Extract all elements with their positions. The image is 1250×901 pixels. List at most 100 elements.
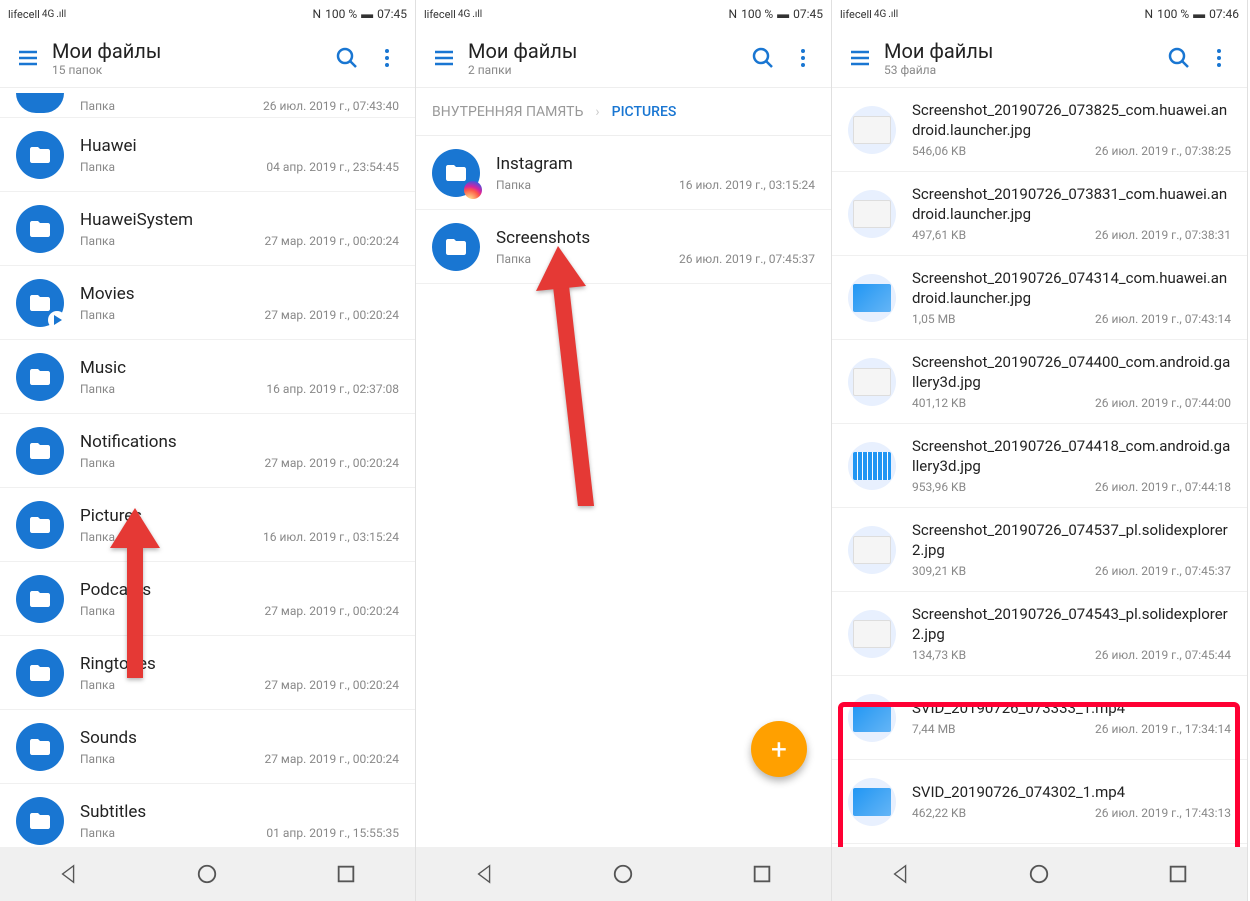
item-type: Папка [80, 456, 115, 470]
list-item[interactable]: Screenshot_20190726_073825_com.huawei.an… [832, 88, 1247, 172]
breadcrumb-parent[interactable]: ВНУТРЕННЯЯ ПАМЯТЬ [432, 104, 583, 120]
item-name: Sounds [80, 728, 399, 748]
item-name: Huawei [80, 136, 399, 156]
home-button[interactable] [593, 854, 653, 894]
phone-3: lifecell4G.ıll N100 %▬07:46 Мои файлы 53… [832, 0, 1248, 901]
list-item[interactable]: Pictures Папка 16 июл. 2019 г., 03:15:24 [0, 488, 415, 562]
folder-icon [16, 501, 64, 549]
item-date: 26 июл. 2019 г., 07:45:37 [679, 252, 815, 266]
play-badge-icon [48, 311, 66, 329]
item-date: 26 июл. 2019 г., 07:44:18 [1095, 480, 1231, 494]
list-item[interactable]: Huawei Папка 04 апр. 2019 г., 23:54:45 [0, 118, 415, 192]
breadcrumb-current[interactable]: PICTURES [612, 104, 677, 120]
menu-button[interactable] [8, 38, 48, 78]
status-bar: lifecell4G.ıll N100 %▬07:46 [832, 0, 1247, 28]
recent-button[interactable] [316, 854, 376, 894]
menu-button[interactable] [424, 38, 464, 78]
back-button[interactable] [455, 854, 515, 894]
item-date: 26 июл. 2019 г., 17:43:13 [1095, 806, 1231, 820]
search-button[interactable] [327, 38, 367, 78]
list-item[interactable]: Screenshots Папка 26 июл. 2019 г., 07:45… [416, 210, 831, 284]
item-date: 26 июл. 2019 г., 07:43:40 [263, 99, 399, 113]
item-name: Instagram [496, 154, 815, 174]
home-button[interactable] [177, 854, 237, 894]
list-item[interactable]: Ringtones Папка 27 мар. 2019 г., 00:20:2… [0, 636, 415, 710]
menu-button[interactable] [840, 38, 880, 78]
list-item[interactable]: Music Папка 16 апр. 2019 г., 02:37:08 [0, 340, 415, 414]
overflow-button[interactable] [367, 38, 407, 78]
search-button[interactable] [743, 38, 783, 78]
item-name: Movies [80, 284, 399, 304]
list-item[interactable]: Screenshot_20190726_074543_pl.solidexplo… [832, 592, 1247, 676]
item-size: 401,12 KB [912, 396, 966, 410]
item-size: 1,05 MB [912, 312, 956, 326]
item-size: 134,73 KB [912, 648, 966, 662]
item-date: 26 июл. 2019 г., 17:34:14 [1095, 722, 1231, 736]
item-date: 01 апр. 2019 г., 15:55:35 [266, 826, 399, 840]
list-item[interactable]: Subtitles Папка 01 апр. 2019 г., 15:55:3… [0, 784, 415, 847]
phone-1: lifecell4G.ıll N100 %▬07:45 Мои файлы 15… [0, 0, 416, 901]
list-item[interactable]: SVID_20190726_073333_1.mp4 7,44 MB 26 ию… [832, 676, 1247, 760]
overflow-button[interactable] [783, 38, 823, 78]
file-list: Instagram Папка 16 июл. 2019 г., 03:15:2… [416, 136, 831, 847]
list-item[interactable]: Screenshot_20190726_073831_com.huawei.an… [832, 172, 1247, 256]
thumbnail-icon [848, 190, 896, 238]
phone-2: lifecell4G.ıll N100 %▬07:45 Мои файлы 2 … [416, 0, 832, 901]
folder-icon [16, 797, 64, 845]
item-name: Screenshot_20190726_074400_com.android.g… [912, 353, 1231, 392]
item-type: Папка [80, 234, 115, 248]
item-size: 953,96 KB [912, 480, 966, 494]
thumbnail-icon [848, 106, 896, 154]
folder-icon [16, 575, 64, 623]
list-item[interactable]: SVID_20190726_074302_1.mp4 462,22 KB 26 … [832, 760, 1247, 844]
folder-icon [16, 427, 64, 475]
item-date: 16 апр. 2019 г., 02:37:08 [266, 382, 399, 396]
folder-icon [432, 223, 480, 271]
list-item[interactable]: Podcasts Папка 27 мар. 2019 г., 00:20:24 [0, 562, 415, 636]
item-name: Music [80, 358, 399, 378]
page-title: Мои файлы [52, 39, 327, 63]
item-name: Screenshot_20190726_074537_pl.solidexplo… [912, 521, 1231, 560]
item-name: Screenshots [496, 228, 815, 248]
fab-add-button[interactable]: + [751, 721, 807, 777]
item-date: 16 июл. 2019 г., 03:15:24 [263, 530, 399, 544]
home-button[interactable] [1009, 854, 1069, 894]
item-name: Ringtones [80, 654, 399, 674]
folder-icon [16, 353, 64, 401]
back-button[interactable] [871, 854, 931, 894]
list-item[interactable]: Папка 26 июл. 2019 г., 07:43:40 [0, 88, 415, 118]
list-item[interactable]: Instagram Папка 16 июл. 2019 г., 03:15:2… [416, 136, 831, 210]
search-button[interactable] [1159, 38, 1199, 78]
nav-bar [416, 847, 831, 901]
recent-button[interactable] [1148, 854, 1208, 894]
folder-icon [16, 93, 64, 113]
list-item[interactable]: Sounds Папка 27 мар. 2019 г., 00:20:24 [0, 710, 415, 784]
thumbnail-icon [848, 526, 896, 574]
item-date: 26 июл. 2019 г., 07:43:14 [1095, 312, 1231, 326]
item-date: 27 мар. 2019 г., 00:20:24 [264, 678, 399, 692]
item-type: Папка [80, 99, 115, 113]
item-date: 26 июл. 2019 г., 07:45:37 [1095, 564, 1231, 578]
list-item[interactable]: Screenshot_20190726_074400_com.android.g… [832, 340, 1247, 424]
back-button[interactable] [39, 854, 99, 894]
list-item[interactable]: Screenshot_20190726_074314_com.huawei.an… [832, 256, 1247, 340]
list-item[interactable]: Screenshot_20190726_074418_com.android.g… [832, 424, 1247, 508]
folder-icon [16, 279, 64, 327]
file-list: Папка 26 июл. 2019 г., 07:43:40 Huawei Па… [0, 88, 415, 847]
item-name: SVID_20190726_073333_1.mp4 [912, 699, 1231, 719]
item-date: 04 апр. 2019 г., 23:54:45 [266, 160, 399, 174]
item-type: Папка [80, 530, 115, 544]
overflow-button[interactable] [1199, 38, 1239, 78]
plus-icon: + [771, 733, 787, 766]
clock: 07:45 [377, 7, 407, 21]
item-type: Папка [80, 826, 115, 840]
list-item[interactable]: Screenshot_20190726_074537_pl.solidexplo… [832, 508, 1247, 592]
folder-icon [16, 723, 64, 771]
recent-button[interactable] [732, 854, 792, 894]
list-item[interactable]: Notifications Папка 27 мар. 2019 г., 00:… [0, 414, 415, 488]
status-bar: lifecell4G.ıll N100 %▬07:45 [416, 0, 831, 28]
list-item[interactable]: Movies Папка 27 мар. 2019 г., 00:20:24 [0, 266, 415, 340]
list-item[interactable]: HuaweiSystem Папка 27 мар. 2019 г., 00:2… [0, 192, 415, 266]
item-name: SVID_20190726_074302_1.mp4 [912, 783, 1231, 803]
item-date: 26 июл. 2019 г., 07:38:25 [1095, 144, 1231, 158]
